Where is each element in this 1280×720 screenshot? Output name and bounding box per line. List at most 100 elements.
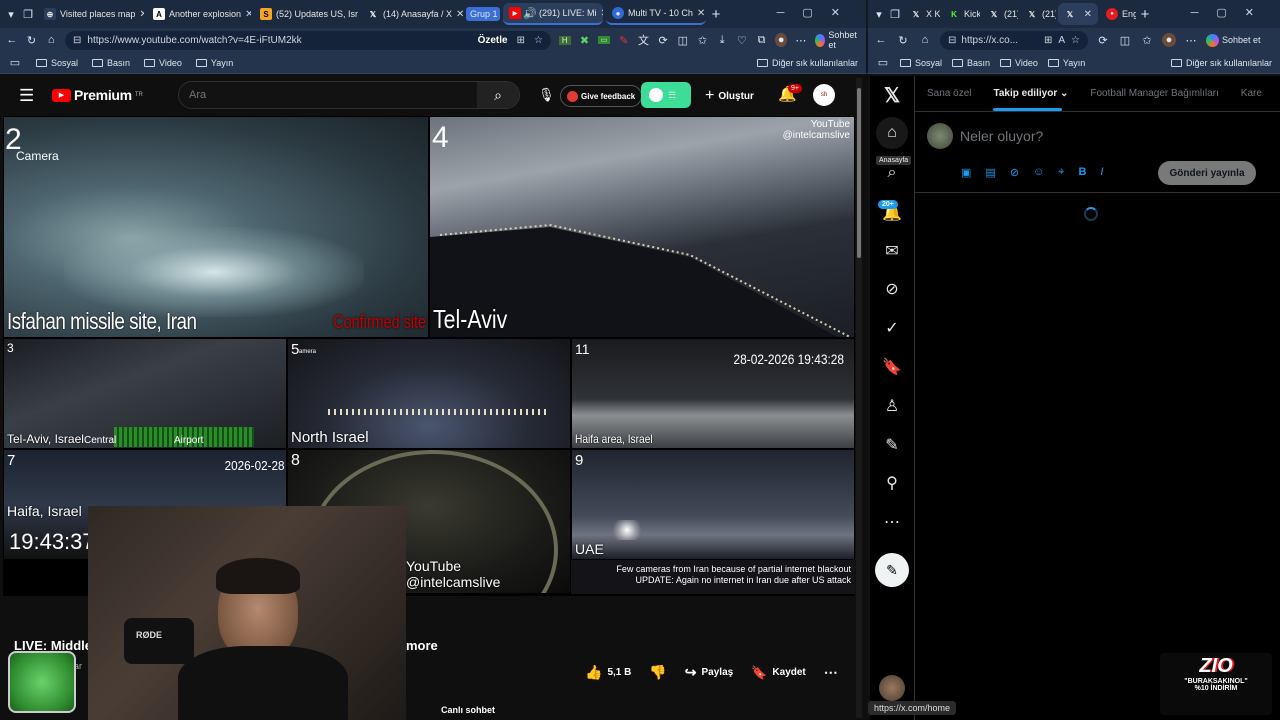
italic-icon[interactable]: I <box>1100 166 1103 179</box>
live-chat-toggle[interactable]: Canlı sohbet <box>441 705 495 715</box>
tab-for-you[interactable]: Sana özel <box>927 88 971 99</box>
tab-kare[interactable]: Kare <box>1241 88 1262 99</box>
tab-x-2[interactable]: 𝕏(21) <box>982 3 1018 25</box>
bookmark-sosyal[interactable]: Sosyal <box>36 58 78 68</box>
split-screen-icon[interactable]: ◫ <box>677 34 689 47</box>
voice-search-icon[interactable]: 🎙 <box>538 87 555 103</box>
other-favorites[interactable]: Diğer sık kullanılanlar <box>1170 58 1272 68</box>
bookmark-yayin[interactable]: Yayın <box>195 58 233 68</box>
jobs-icon[interactable]: ♙ <box>870 391 914 421</box>
image-icon[interactable]: ▣ <box>961 166 971 179</box>
speaker-icon[interactable]: 🔊 <box>523 7 537 20</box>
close-tab-icon[interactable]: ✕ <box>139 9 144 20</box>
profile-avatar[interactable]: ● <box>775 33 787 47</box>
refresh-icon[interactable]: ↻ <box>26 34 38 47</box>
refresh-icon[interactable]: ↻ <box>896 34 910 47</box>
more-actions-icon[interactable]: ⋯ <box>824 664 838 681</box>
tab-another-explosion[interactable]: A Another explosion ✕ <box>147 3 251 25</box>
workspaces-icon[interactable]: ❐ <box>888 8 902 21</box>
copilot-chat-button[interactable]: Sohbet et <box>1206 33 1261 47</box>
tab-football-manager[interactable]: Football Manager Bağımlıları <box>1090 88 1218 99</box>
back-icon[interactable]: ← <box>874 34 888 46</box>
favorite-star-icon[interactable]: ☆ <box>1071 35 1080 46</box>
browser-essentials-icon[interactable]: ♡ <box>736 34 748 47</box>
bold-icon[interactable]: B <box>1078 166 1086 179</box>
extension-h-icon[interactable]: H <box>558 35 571 45</box>
theme-toggle[interactable]: ☰ <box>641 82 691 108</box>
location-icon[interactable]: ⌖ <box>1058 166 1064 179</box>
tab-x-1[interactable]: 𝕏X Ka <box>904 3 940 25</box>
copilot-chat-button[interactable]: Sohbet et <box>814 30 860 50</box>
bookmarks-icon[interactable]: 🔖 <box>870 352 914 382</box>
give-feedback-button[interactable]: Give feedback <box>560 85 643 107</box>
refresh-ext-icon[interactable]: ⟳ <box>657 34 669 47</box>
share-button[interactable]: ↪ Paylaş <box>685 664 733 681</box>
verified-icon[interactable]: ✓ <box>870 313 914 343</box>
url-field[interactable]: ⊟ https://x.co... ⊞ A ☆ <box>940 30 1088 50</box>
tab-multi-tv[interactable]: ● Multi TV - 10 Ch ✕ <box>606 3 706 25</box>
home-icon[interactable]: ⌂ <box>870 117 914 149</box>
other-favorites[interactable]: Diğer sık kullanılanlar <box>756 58 858 68</box>
bookmark-video[interactable]: Video <box>144 58 182 68</box>
bookmark-basin[interactable]: Basın <box>952 58 990 68</box>
extension-green-icon[interactable]: ▭ <box>598 36 610 44</box>
tab-following[interactable]: Takip ediliyor ⌄ <box>993 88 1068 111</box>
home-icon[interactable]: ⌂ <box>45 34 57 46</box>
home-icon[interactable]: ⌂ <box>918 34 932 46</box>
favorites-icon[interactable]: ✩ <box>697 34 709 47</box>
explore-search-icon[interactable]: ⌕ <box>870 158 914 188</box>
summarize-button[interactable]: Özetle <box>478 35 508 46</box>
tab-x-active[interactable]: 𝕏 ✕ <box>1058 3 1098 25</box>
reading-list-icon[interactable]: ▭ <box>876 56 890 69</box>
tab-updates[interactable]: S(52) Updates US, Isr✕ <box>254 3 358 25</box>
refresh-ext-icon[interactable]: ⟳ <box>1096 34 1110 47</box>
workspaces-icon[interactable]: ❐ <box>21 8 35 21</box>
translate-icon[interactable]: 文 <box>638 32 650 48</box>
tab-actions-icon[interactable]: ▾ <box>872 8 886 21</box>
bookmark-basin[interactable]: Basın <box>92 58 130 68</box>
tab-kick[interactable]: K Kick <box>942 3 980 25</box>
like-button[interactable]: 👍 5,1 B <box>585 664 631 681</box>
search-input[interactable] <box>179 82 477 108</box>
tab-eng[interactable]: ●Eng <box>1100 3 1136 25</box>
profile-avatar[interactable]: ● <box>1162 33 1176 47</box>
emoji-icon[interactable]: ☺ <box>1033 166 1044 179</box>
account-avatar[interactable] <box>870 673 914 703</box>
new-tab-icon[interactable]: + <box>1138 6 1152 23</box>
screenshot-icon[interactable]: ⧉ <box>756 34 768 47</box>
bookmark-video[interactable]: Video <box>1000 58 1038 68</box>
url-field[interactable]: ⊟ https://www.youtube.com/watch?v=4E-iFt… <box>65 30 551 50</box>
save-button[interactable]: 🔖 Kaydet <box>751 665 806 681</box>
tab-x-3[interactable]: 𝕏(21) <box>1020 3 1056 25</box>
account-avatar[interactable]: sh <box>813 84 835 106</box>
close-tab-icon[interactable]: ✕ <box>1084 9 1092 20</box>
extension-x-icon[interactable]: ✖ <box>579 34 591 47</box>
close-tab-icon[interactable]: ✕ <box>245 9 251 20</box>
create-button[interactable]: + Oluştur <box>705 87 754 105</box>
youtube-scrollbar[interactable] <box>856 78 862 718</box>
compose-input[interactable]: Neler oluyor? <box>960 128 1043 144</box>
back-icon[interactable]: ← <box>6 34 18 46</box>
dislike-button[interactable]: 👎 <box>649 664 666 681</box>
close-tab-icon[interactable]: ✕ <box>601 8 603 19</box>
youtube-logo[interactable]: ▶ Premium TR <box>52 87 143 103</box>
more-link[interactable]: more <box>406 638 438 653</box>
tab-visited-places[interactable]: ⊕ Visited places map ✕ <box>38 3 144 25</box>
articles-icon[interactable]: ✎ <box>870 430 914 460</box>
close-tab-icon[interactable]: ✕ <box>456 9 463 20</box>
tab-x-home[interactable]: 𝕏 (14) Anasayfa / X ✕ <box>361 3 463 25</box>
gif-icon[interactable]: ▤ <box>985 166 995 179</box>
downloads-icon[interactable]: ⤓ <box>716 34 728 47</box>
more-icon[interactable]: ⋯ <box>795 34 807 47</box>
bookmark-yayin[interactable]: Yayın <box>1047 58 1085 68</box>
split-screen-icon[interactable]: ◫ <box>1118 34 1132 47</box>
messages-mail-icon[interactable]: ✉ <box>870 236 914 266</box>
tab-group[interactable]: Grup 1 <box>466 7 500 21</box>
tab-youtube-live[interactable]: ▶🔊(291) LIVE: Mi✕ <box>503 3 603 25</box>
search-icon[interactable]: ⌕ <box>477 82 519 108</box>
profile-icon[interactable]: ⚲ <box>870 468 914 498</box>
tab-actions-icon[interactable]: ▾ <box>4 8 18 21</box>
extension-red-icon[interactable]: ✎ <box>618 34 630 47</box>
more-options-icon[interactable]: ⋯ <box>870 507 914 537</box>
close-tab-icon[interactable]: ✕ <box>697 8 705 19</box>
